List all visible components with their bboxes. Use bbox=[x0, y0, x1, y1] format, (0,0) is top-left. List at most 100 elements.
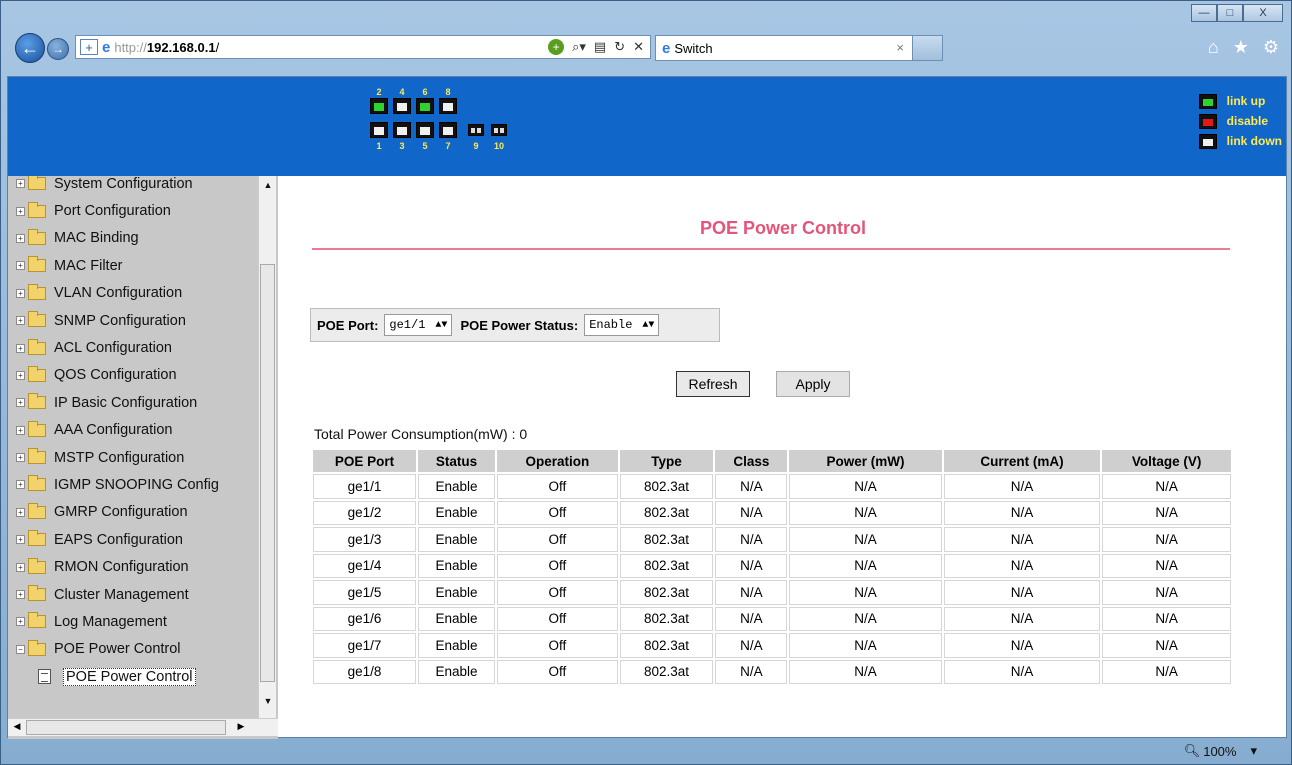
table-row: ge1/6 Enable Off 802.3at N/A N/A N/A N/A bbox=[313, 606, 1231, 631]
table-cell: N/A bbox=[789, 474, 942, 499]
sidebar-item-mac-binding[interactable]: + MAC Binding bbox=[8, 225, 258, 252]
total-power-consumption: Total Power Consumption(mW) : 0 bbox=[314, 426, 528, 442]
sidebar-item-port-configuration[interactable]: + Port Configuration bbox=[8, 197, 258, 224]
open-folder-icon bbox=[28, 639, 46, 656]
search-icon[interactable]: ⌕▾ bbox=[572, 39, 586, 55]
forward-button[interactable]: → bbox=[47, 38, 69, 60]
table-row: ge1/1 Enable Off 802.3at N/A N/A N/A N/A bbox=[313, 474, 1231, 499]
sidebar-item-snmp-configuration[interactable]: + SNMP Configuration bbox=[8, 307, 258, 334]
scroll-thumb[interactable] bbox=[260, 264, 275, 682]
port-8-icon[interactable] bbox=[439, 98, 457, 114]
expand-icon[interactable]: + bbox=[16, 617, 25, 627]
port-5-icon[interactable] bbox=[416, 122, 434, 138]
port-7-icon[interactable] bbox=[439, 122, 457, 138]
expand-icon[interactable]: + bbox=[16, 453, 25, 463]
zoom-level[interactable]: 100% bbox=[1203, 744, 1236, 759]
table-cell: Off bbox=[497, 606, 618, 631]
tab-close-icon[interactable]: × bbox=[896, 40, 904, 55]
sidebar-item-system-configuration[interactable]: + System Configuration bbox=[8, 176, 258, 197]
table-cell: N/A bbox=[943, 580, 1101, 605]
address-bar[interactable]: + e http://192.168.0.1/ + ⌕▾ ▤ ↻ ✕ bbox=[75, 35, 651, 59]
refresh-icon[interactable]: ↻ bbox=[614, 39, 625, 55]
table-cell: N/A bbox=[715, 500, 788, 525]
scroll-thumb[interactable] bbox=[26, 720, 226, 735]
table-cell: Enable bbox=[417, 474, 496, 499]
favorites-star-icon[interactable]: ★ bbox=[1233, 37, 1249, 58]
sidebar-item-cluster-management[interactable]: + Cluster Management bbox=[8, 581, 258, 608]
select-arrows-icon: ▲▼ bbox=[642, 319, 655, 331]
scroll-left-icon[interactable]: ◀ bbox=[10, 721, 24, 735]
close-window-button[interactable]: X bbox=[1243, 4, 1283, 22]
new-tab-button[interactable] bbox=[913, 35, 943, 61]
port-6-icon[interactable] bbox=[416, 98, 434, 114]
scroll-up-icon[interactable]: ▲ bbox=[261, 180, 275, 194]
expand-icon[interactable]: + bbox=[16, 343, 25, 353]
sidebar-item-vlan-configuration[interactable]: + VLAN Configuration bbox=[8, 280, 258, 307]
expand-icon[interactable]: + bbox=[16, 370, 25, 380]
stop-icon[interactable]: ✕ bbox=[633, 39, 644, 55]
back-button[interactable]: ← bbox=[15, 33, 45, 63]
maximize-button[interactable]: □ bbox=[1217, 4, 1243, 22]
sfp-port-10-icon[interactable] bbox=[491, 124, 507, 136]
expand-icon[interactable]: + bbox=[16, 316, 25, 326]
nav-tree: + System Configuration + Port Configuratio… bbox=[8, 176, 258, 690]
sfp-port-9-icon[interactable] bbox=[468, 124, 484, 136]
sidebar-item-rmon-configuration[interactable]: + RMON Configuration bbox=[8, 553, 258, 580]
sidebar-horizontal-scrollbar[interactable]: ◀ ▶ bbox=[8, 718, 278, 736]
minimize-button[interactable]: — bbox=[1191, 4, 1217, 22]
refresh-button[interactable]: Refresh bbox=[676, 371, 750, 397]
sidebar-item-log-management[interactable]: + Log Management bbox=[8, 608, 258, 635]
poe-port-select[interactable]: ge1/1 ▲▼ bbox=[384, 314, 453, 336]
expand-icon[interactable]: + bbox=[16, 206, 25, 216]
table-cell: N/A bbox=[715, 659, 788, 684]
sidebar-subitem-poe-power-control[interactable]: POE Power Control bbox=[8, 663, 258, 690]
table-cell: N/A bbox=[789, 633, 942, 658]
table-cell: N/A bbox=[715, 553, 788, 578]
port-2-icon[interactable] bbox=[370, 98, 388, 114]
gear-icon[interactable]: ⚙ bbox=[1263, 37, 1279, 58]
port-1-icon[interactable] bbox=[370, 122, 388, 138]
port-3-icon[interactable] bbox=[393, 122, 411, 138]
expand-icon[interactable]: + bbox=[16, 179, 25, 189]
home-icon[interactable]: ⌂ bbox=[1208, 37, 1219, 58]
expand-icon[interactable]: + bbox=[16, 425, 25, 435]
port-number: 4 bbox=[399, 87, 405, 97]
expand-icon[interactable]: + bbox=[16, 398, 25, 408]
expand-icon[interactable]: + bbox=[16, 590, 25, 600]
tab-switch[interactable]: e Switch × bbox=[655, 35, 913, 61]
sidebar-item-qos-configuration[interactable]: + QOS Configuration bbox=[8, 362, 258, 389]
port-4-icon[interactable] bbox=[393, 98, 411, 114]
sidebar-item-poe-power-control[interactable]: − POE Power Control bbox=[8, 636, 258, 663]
expand-icon[interactable]: + bbox=[16, 261, 25, 271]
collapse-icon[interactable]: − bbox=[16, 644, 25, 654]
sidebar-item-igmp-snooping[interactable]: + IGMP SNOOPING Config bbox=[8, 471, 258, 498]
apply-button[interactable]: Apply bbox=[776, 371, 850, 397]
ie-tab-icon: e bbox=[662, 39, 671, 57]
sidebar-vertical-scrollbar[interactable]: ▲ ▼ bbox=[258, 176, 276, 718]
expand-icon[interactable]: + bbox=[16, 480, 25, 490]
go-icon[interactable]: + bbox=[548, 39, 565, 55]
sidebar-item-ip-basic-configuration[interactable]: + IP Basic Configuration bbox=[8, 389, 258, 416]
zoom-dropdown-icon[interactable]: ▾ bbox=[1250, 743, 1257, 759]
sidebar-item-gmrp-configuration[interactable]: + GMRP Configuration bbox=[8, 499, 258, 526]
sidebar-item-eaps-configuration[interactable]: + EAPS Configuration bbox=[8, 526, 258, 553]
port-number: 6 bbox=[422, 87, 428, 97]
sidebar-item-acl-configuration[interactable]: + ACL Configuration bbox=[8, 334, 258, 361]
expand-icon[interactable]: + bbox=[16, 562, 25, 572]
poe-status-select[interactable]: Enable ▲▼ bbox=[584, 314, 660, 336]
sidebar-item-mac-filter[interactable]: + MAC Filter bbox=[8, 252, 258, 279]
folder-icon bbox=[28, 365, 46, 382]
expand-icon[interactable]: + bbox=[16, 288, 25, 298]
expand-icon[interactable]: + bbox=[16, 535, 25, 545]
compat-icon[interactable]: ▤ bbox=[594, 39, 606, 55]
sidebar-item-mstp-configuration[interactable]: + MSTP Configuration bbox=[8, 444, 258, 471]
expand-icon[interactable]: + bbox=[16, 233, 25, 243]
scroll-right-icon[interactable]: ▶ bbox=[234, 721, 248, 735]
table-cell: N/A bbox=[789, 527, 942, 552]
compat-view-icon[interactable]: + bbox=[80, 39, 98, 55]
scroll-down-icon[interactable]: ▼ bbox=[261, 696, 275, 710]
expand-icon[interactable]: + bbox=[16, 507, 25, 517]
table-cell: Enable bbox=[417, 606, 496, 631]
column-header: POE Port bbox=[313, 450, 416, 472]
sidebar-item-aaa-configuration[interactable]: + AAA Configuration bbox=[8, 417, 258, 444]
